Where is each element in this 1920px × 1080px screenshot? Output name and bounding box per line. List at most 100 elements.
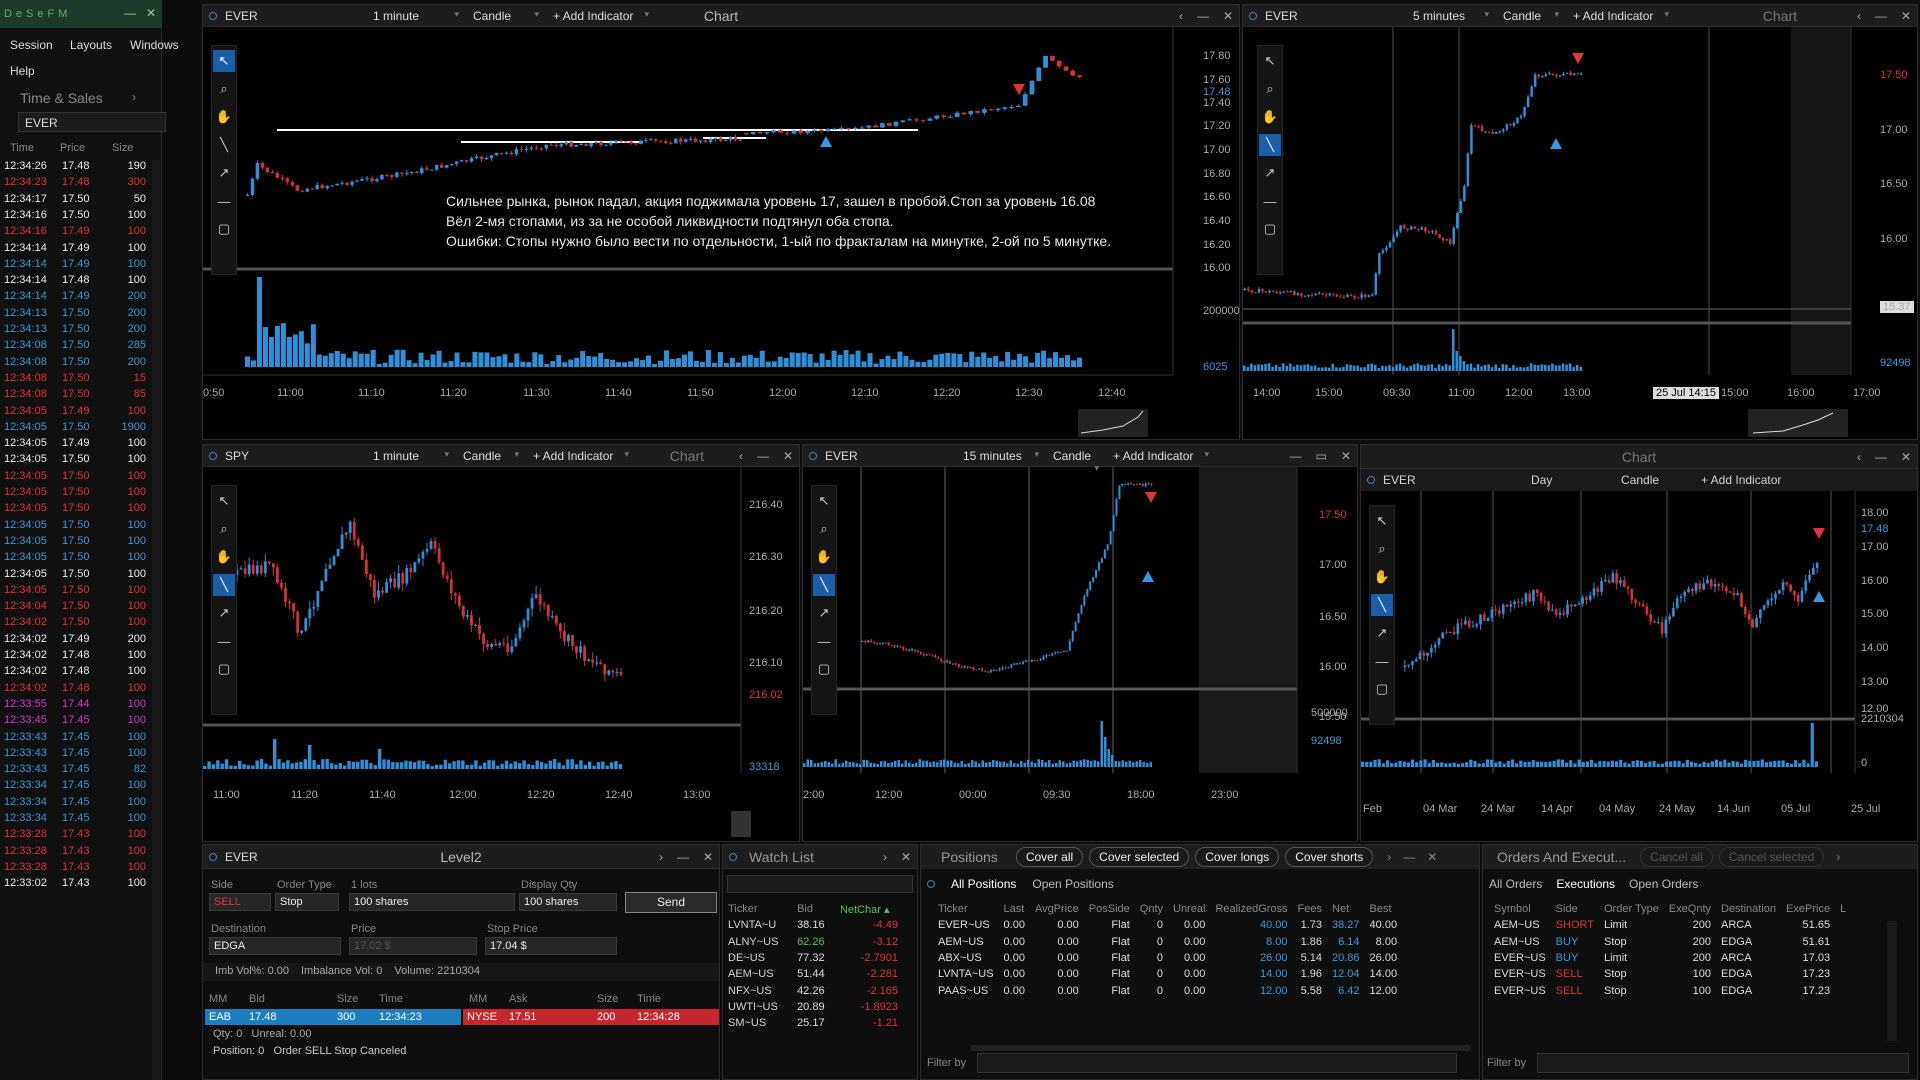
positions-filter-input[interactable] xyxy=(977,1053,1457,1073)
chevron-right-icon[interactable]: › xyxy=(1387,850,1391,864)
col-header[interactable]: Ticker xyxy=(723,901,792,917)
cover-all-button[interactable]: Cover all xyxy=(1015,847,1084,867)
quantity-input[interactable]: 100 shares xyxy=(349,893,515,911)
bid-row[interactable]: EAB 17.48 300 12:34:23 xyxy=(205,1009,461,1025)
col-header[interactable]: Ticker xyxy=(933,901,999,917)
x-tick: 12:40 xyxy=(1098,387,1126,399)
symbol-label[interactable]: EVER xyxy=(225,850,258,864)
side-select[interactable]: SELL xyxy=(209,893,271,911)
table-row[interactable]: ABX~US 0.00 0.00 Flat 0 0.00 26.00 5.14 20.86 26.… xyxy=(933,950,1402,966)
chevron-right-icon[interactable]: › xyxy=(132,90,136,104)
display-qty-input[interactable]: 100 shares xyxy=(519,893,617,911)
col-header[interactable]: Symbol xyxy=(1489,901,1551,917)
link-icon[interactable] xyxy=(927,880,935,888)
cover-selected-button[interactable]: Cover selected xyxy=(1089,847,1190,867)
table-row[interactable]: EVER~US BUY Limit 200 ARCA 17.03 xyxy=(1489,950,1851,966)
order-type-select[interactable]: Stop xyxy=(275,893,339,911)
col-header[interactable]: AvgPrice xyxy=(1030,901,1084,917)
tab-all-positions[interactable]: All Positions xyxy=(951,877,1016,891)
minimize-icon[interactable]: — xyxy=(124,6,136,20)
table-row[interactable]: LVNTA~U 38.16 -4.49 xyxy=(723,917,903,933)
table-row[interactable]: EVER~US SELL Stop 100 EDGA 17.23 xyxy=(1489,982,1851,998)
positions-table: Ticker Last AvgPrice PosSide Qnty Unreal Reali… xyxy=(933,901,1402,999)
col-header[interactable]: Qnty xyxy=(1135,901,1168,917)
x-tick: 05 Jul xyxy=(1781,803,1811,815)
menu-windows[interactable]: Windows xyxy=(130,38,179,52)
col-header[interactable]: L xyxy=(1835,901,1851,917)
col-header[interactable]: Order Type xyxy=(1599,901,1664,917)
cell: NFX~US xyxy=(728,984,772,997)
table-row[interactable]: AEM~US 51.44 -2.281 xyxy=(723,966,903,982)
col-header[interactable]: Last xyxy=(999,901,1030,917)
menu-layouts[interactable]: Layouts xyxy=(70,38,112,52)
table-row[interactable]: PAAS~US 0.00 0.00 Flat 0 0.00 12.00 5.58 6.42 12.… xyxy=(933,982,1402,998)
table-row[interactable]: AEM~US 0.00 0.00 Flat 0 0.00 8.00 1.86 6.14 8.00 xyxy=(933,934,1402,950)
cover-shorts-button[interactable]: Cover shorts xyxy=(1285,847,1374,867)
close-icon[interactable]: ✕ xyxy=(1427,850,1437,864)
table-row[interactable]: ALNY~US 62.26 -3.12 xyxy=(723,934,903,950)
close-icon[interactable]: ✕ xyxy=(146,6,156,20)
cell: LVNTA~US xyxy=(938,968,994,981)
col-header[interactable]: Bid xyxy=(792,901,835,917)
destination-select[interactable]: EDGA xyxy=(209,937,341,955)
cover-longs-button[interactable]: Cover longs xyxy=(1195,847,1280,867)
close-icon[interactable]: ✕ xyxy=(901,850,911,864)
col-header[interactable]: NetChar ▴ xyxy=(835,901,903,917)
tab-executions[interactable]: Executions xyxy=(1556,877,1615,891)
link-icon[interactable] xyxy=(729,852,737,861)
menu-help[interactable]: Help xyxy=(10,64,35,78)
chevron-right-icon[interactable]: › xyxy=(659,850,663,864)
scrollbar[interactable] xyxy=(152,160,160,1080)
symbol-input[interactable]: EVER xyxy=(18,112,166,132)
ts-row: 12:33:43 17.45 82 xyxy=(0,763,150,779)
col-header[interactable]: Net xyxy=(1327,901,1365,917)
cancel-selected-button[interactable]: Cancel selected xyxy=(1718,847,1825,867)
col-header[interactable]: RealizedGross xyxy=(1210,901,1292,917)
table-row[interactable]: DE~US 77.32 -2.7901 xyxy=(723,950,903,966)
orders-filter-input[interactable] xyxy=(1537,1053,1909,1073)
col-header[interactable]: PosSide xyxy=(1084,901,1135,917)
stop-price-input[interactable]: 17.04 $ xyxy=(485,937,617,955)
table-row[interactable]: UWTI~US 20.89 -1.8923 xyxy=(723,999,903,1015)
ts-row: 12:34:02 17.50 100 xyxy=(0,616,150,632)
cancel-all-button[interactable]: Cancel all xyxy=(1640,847,1713,867)
cell xyxy=(1835,917,1851,933)
table-row[interactable]: AEM~US SHORT Limit 200 ARCA 51.65 xyxy=(1489,917,1851,933)
symbol-value: EVER xyxy=(25,116,58,130)
filter-label: Filter by xyxy=(927,1057,967,1069)
price-input[interactable]: 17.02 $ xyxy=(349,937,477,955)
table-row[interactable]: AEM~US BUY Stop 200 EDGA 51.61 xyxy=(1489,934,1851,950)
col-header[interactable]: Side xyxy=(1551,901,1599,917)
cell: Stop xyxy=(1603,984,1627,997)
chevron-right-icon[interactable]: › xyxy=(1836,850,1840,864)
ts-size: 100 xyxy=(127,502,146,515)
horizontal-scrollbar[interactable] xyxy=(971,1045,1471,1051)
col-header[interactable]: ExePrice xyxy=(1781,901,1835,917)
tab-open-orders[interactable]: Open Orders xyxy=(1629,877,1698,891)
table-row[interactable]: EVER~US SELL Stop 100 EDGA 17.23 xyxy=(1489,966,1851,982)
link-icon[interactable] xyxy=(209,852,217,861)
tab-all-orders[interactable]: All Orders xyxy=(1489,877,1542,891)
send-button[interactable]: Send xyxy=(625,892,717,913)
minimize-icon[interactable]: — xyxy=(1403,850,1415,864)
col-header[interactable]: Destination xyxy=(1716,901,1781,917)
vertical-scrollbar[interactable] xyxy=(1887,921,1897,1041)
watch-search-input[interactable] xyxy=(727,875,913,893)
col-header[interactable]: ExeQnty xyxy=(1664,901,1716,917)
table-row[interactable]: SM~US 25.17 -1.21 xyxy=(723,1015,903,1031)
close-icon[interactable]: ✕ xyxy=(703,850,713,864)
cell: 14.00 xyxy=(1369,968,1398,981)
tab-open-positions[interactable]: Open Positions xyxy=(1032,877,1113,891)
ask-row[interactable]: NYSE 17.51 200 12:34:28 xyxy=(463,1009,719,1025)
ts-row: 12:34:16 17.49 100 xyxy=(0,225,150,241)
col-header[interactable]: Fees xyxy=(1293,901,1327,917)
col-header[interactable]: Best xyxy=(1365,901,1403,917)
col-header[interactable]: Unreal xyxy=(1168,901,1210,917)
table-row[interactable]: EVER~US 0.00 0.00 Flat 0 0.00 40.00 1.73 38.27 40… xyxy=(933,917,1402,933)
menu-session[interactable]: Session xyxy=(10,38,53,52)
table-row[interactable]: LVNTA~US 0.00 0.00 Flat 0 0.00 14.00 1.96 12.04 1… xyxy=(933,966,1402,982)
cell: Limit xyxy=(1603,952,1628,965)
table-row[interactable]: NFX~US 42.26 -2.165 xyxy=(723,982,903,998)
chevron-right-icon[interactable]: › xyxy=(883,850,887,864)
minimize-icon[interactable]: — xyxy=(677,850,689,864)
